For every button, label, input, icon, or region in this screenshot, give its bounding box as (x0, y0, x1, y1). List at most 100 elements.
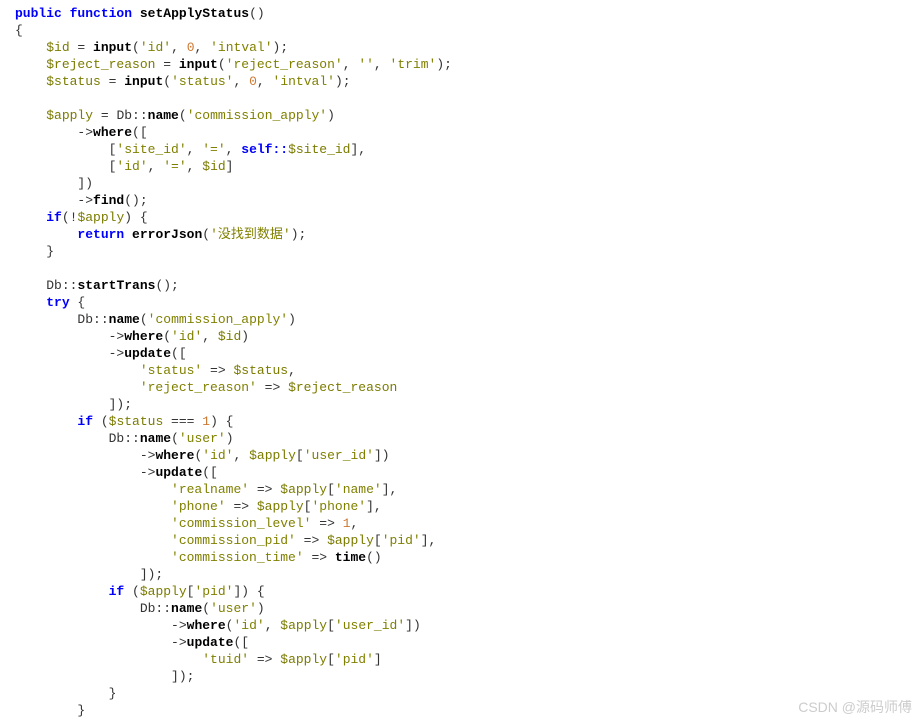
arrow: => (202, 363, 233, 378)
close: { (70, 295, 86, 310)
key: 'status' (140, 363, 202, 378)
indent: } (15, 686, 116, 701)
var: $apply (280, 618, 327, 633)
key: 'user_id' (304, 448, 374, 463)
watermark: CSDN @源码师傅 (798, 699, 912, 716)
close: , (288, 363, 296, 378)
var: $apply (249, 448, 296, 463)
close: (); (155, 278, 178, 293)
close: ); (291, 227, 307, 242)
kw: if (77, 414, 93, 429)
cidx: ], (421, 533, 437, 548)
fn: time (335, 550, 366, 565)
var: $id (46, 40, 69, 55)
kw: return (77, 227, 124, 242)
arrow: => (304, 550, 335, 565)
fn: find (93, 193, 124, 208)
num: 1 (343, 516, 351, 531)
close: ) (327, 108, 335, 123)
cls: Db:: (116, 108, 147, 123)
cls: Db:: (46, 278, 77, 293)
var: $apply (327, 533, 374, 548)
key: 'reject_reason' (140, 380, 257, 395)
var: $id (218, 329, 241, 344)
var: $site_id (288, 142, 350, 157)
var: $apply (140, 584, 187, 599)
cls: Db:: (109, 431, 140, 446)
arrow: => (226, 499, 257, 514)
key2: 'pid' (335, 652, 374, 667)
indent (15, 550, 171, 565)
indent: -> (15, 346, 124, 361)
close: (); (124, 193, 147, 208)
indent: ]); (15, 669, 194, 684)
cidx: ] (405, 618, 413, 633)
indent (15, 584, 109, 599)
str: '没找到数据' (210, 227, 291, 242)
indent (15, 74, 46, 89)
open: ( (124, 584, 140, 599)
sp (124, 227, 132, 242)
sep: , (233, 74, 249, 89)
indent (15, 516, 171, 531)
close: , (351, 516, 359, 531)
arrow: => (296, 533, 327, 548)
indent: -> (15, 329, 124, 344)
var: $apply (77, 210, 124, 225)
fn: where (187, 618, 226, 633)
key: 'commission_time' (171, 550, 304, 565)
fn: input (124, 74, 163, 89)
str: '' (358, 57, 374, 72)
indent: [ (15, 159, 116, 174)
fn: errorJson (132, 227, 202, 242)
var: $status (109, 414, 164, 429)
var: $status (46, 74, 101, 89)
fn-name: setApplyStatus (140, 6, 249, 21)
str: 'user' (210, 601, 257, 616)
num: 0 (187, 40, 195, 55)
var: $apply (280, 652, 327, 667)
arrow: => (257, 380, 288, 395)
open: ([ (233, 635, 249, 650)
arrow: => (311, 516, 342, 531)
close: () (366, 550, 382, 565)
sep: , (374, 57, 390, 72)
indent: -> (15, 125, 93, 140)
fn: where (93, 125, 132, 140)
open: ( (140, 312, 148, 327)
idx: [ (327, 618, 335, 633)
open: ( (202, 227, 210, 242)
sep: , (343, 57, 359, 72)
indent (15, 278, 46, 293)
sep: , (257, 74, 273, 89)
indent (15, 57, 46, 72)
arrow: => (249, 482, 280, 497)
open: ([ (171, 346, 187, 361)
str: 'id' (171, 329, 202, 344)
close: ) { (210, 414, 233, 429)
open: ( (93, 414, 109, 429)
indent (15, 363, 140, 378)
str: 'commission_apply' (148, 312, 288, 327)
close: ) { (241, 584, 264, 599)
assign: = (155, 57, 178, 72)
indent (15, 652, 202, 667)
indent (15, 380, 140, 395)
var: $apply (280, 482, 327, 497)
indent (15, 210, 46, 225)
fn: update (187, 635, 234, 650)
key: 'user_id' (335, 618, 405, 633)
kw-function: function (70, 6, 132, 21)
str: 'id' (116, 159, 147, 174)
indent (15, 482, 171, 497)
idx: [ (327, 482, 335, 497)
indent: -> (15, 635, 187, 650)
indent (15, 533, 171, 548)
indent (15, 312, 77, 327)
close: ] (226, 159, 234, 174)
kw: if (109, 584, 125, 599)
indent (15, 227, 77, 242)
indent: ]); (15, 567, 163, 582)
idx: [ (296, 448, 304, 463)
str: 'id' (140, 40, 171, 55)
